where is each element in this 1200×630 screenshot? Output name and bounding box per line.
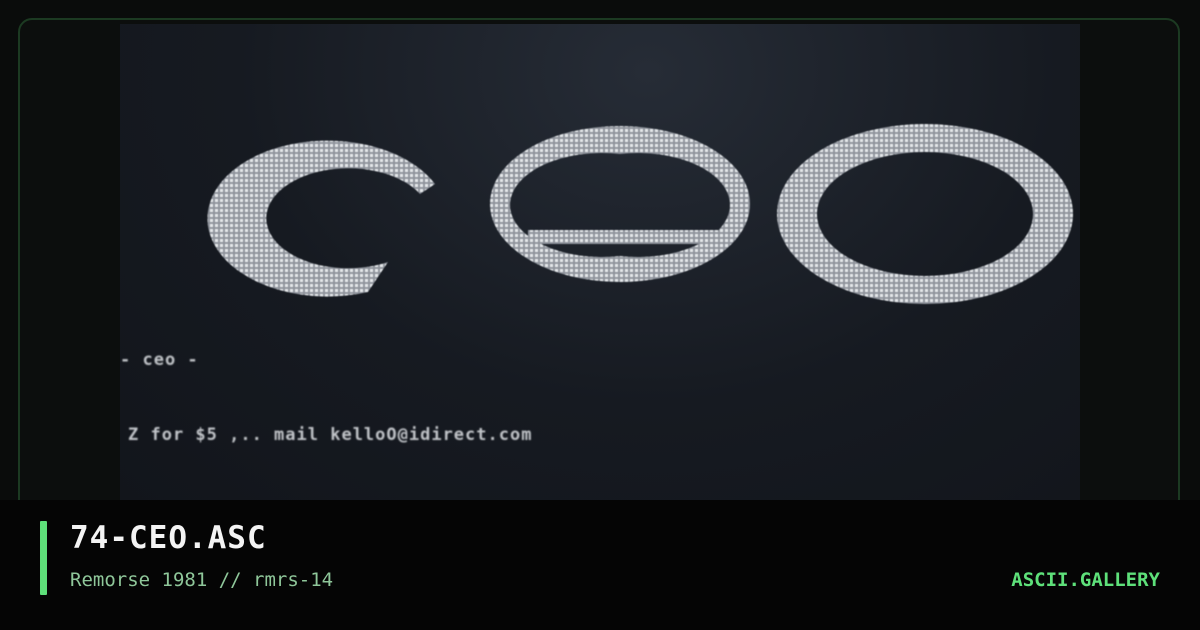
logo-letter-o [777, 124, 1073, 304]
logo-letter-e-bar [528, 230, 718, 244]
artwork-title: 74-CEO.ASC [70, 520, 267, 556]
logo-letter-c [207, 140, 435, 297]
art-line-name: - ceo - [120, 350, 199, 370]
artwork-preview: - ceo - Z for $5 ,.. mail kelloO@idirect… [120, 24, 1080, 500]
logo-letter-e [490, 126, 750, 282]
site-brand-link[interactable]: ASCII.GALLERY [1011, 569, 1160, 591]
artwork-subtitle: Remorse 1981 // rmrs-14 [70, 569, 334, 591]
accent-bar [40, 521, 47, 595]
art-line-contact: Z for $5 ,.. mail kelloO@idirect.com [128, 425, 533, 445]
